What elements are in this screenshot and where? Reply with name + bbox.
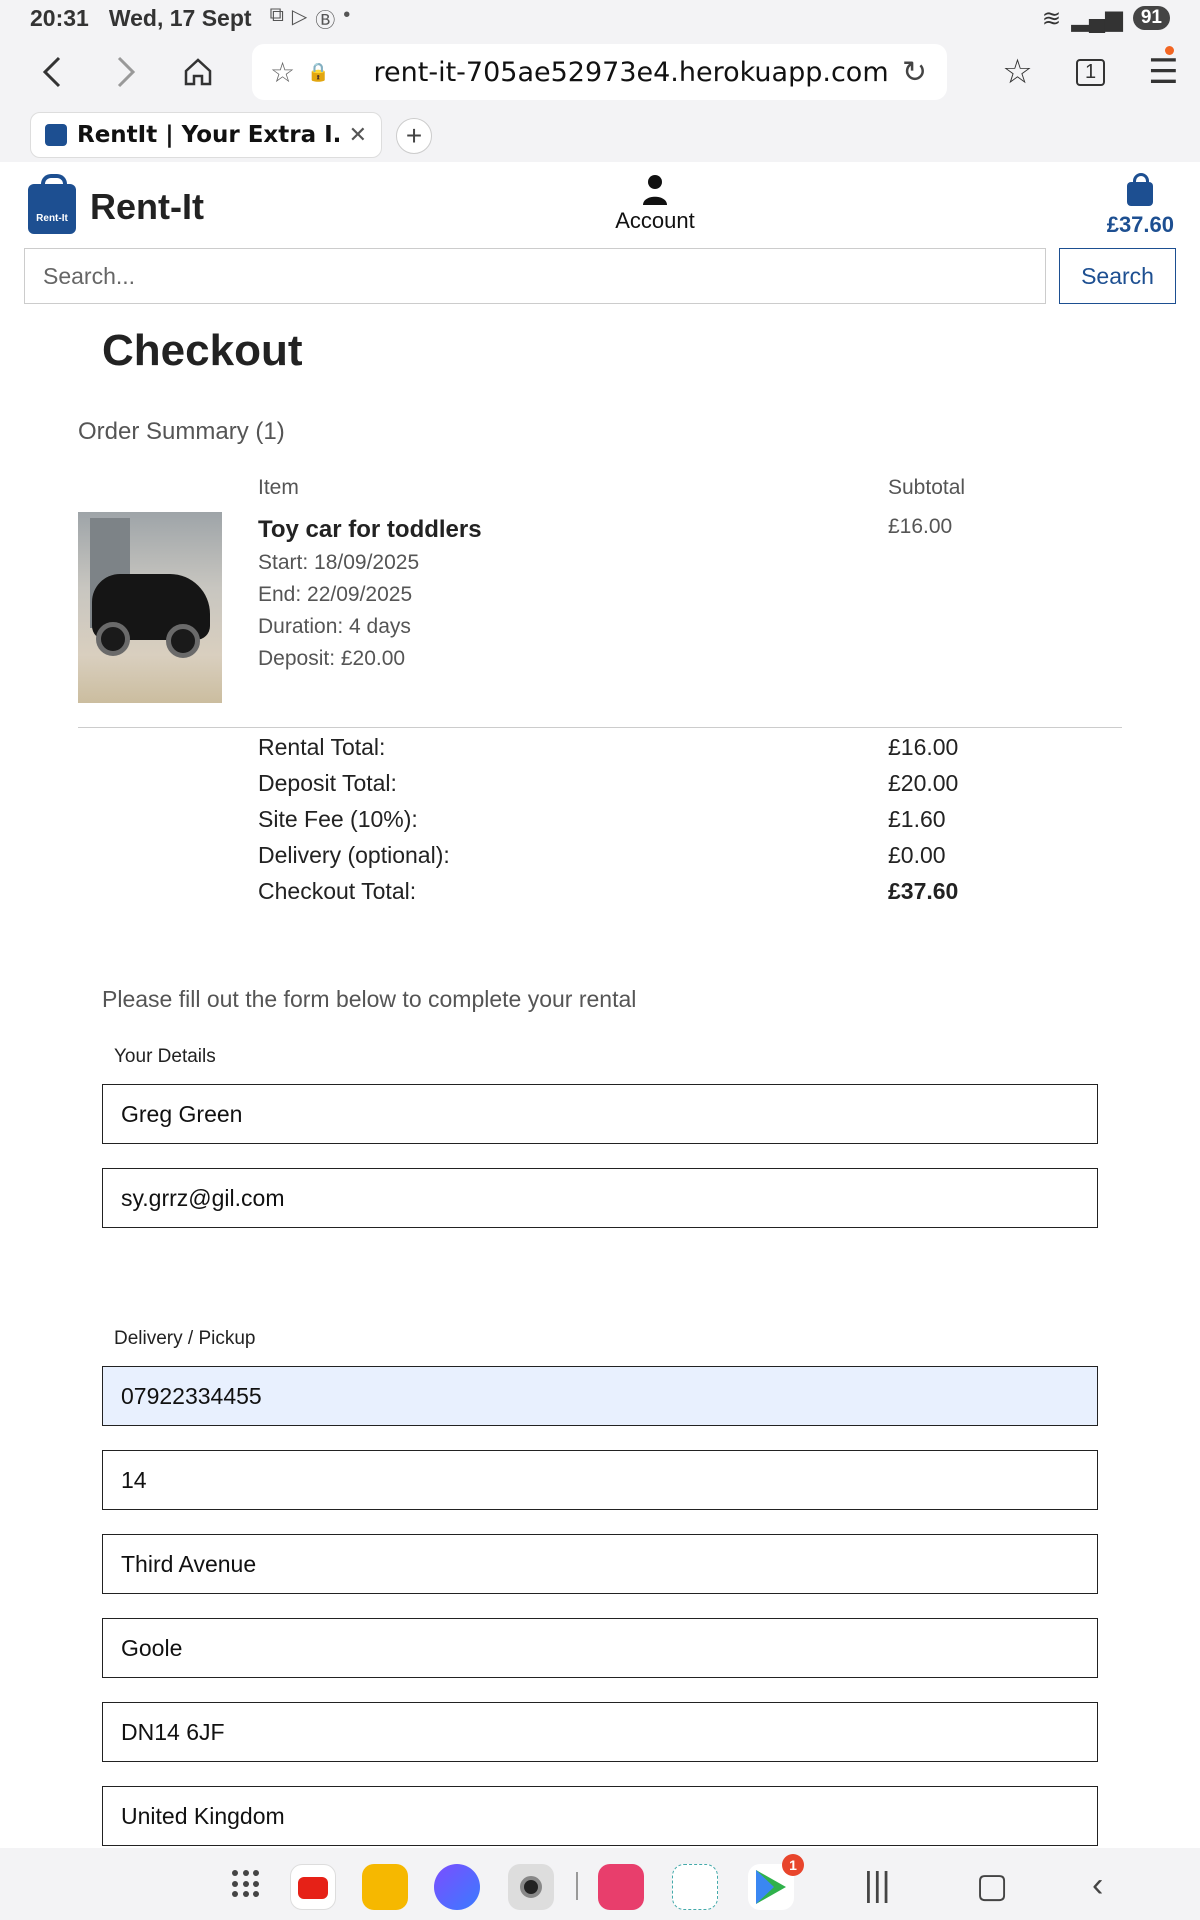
status-bar: 20:31 Wed, 17 Sept ⧉ ▷ Ⓑ • ≋ ▂▄▆ 91 xyxy=(0,0,1200,36)
menu-notification-dot xyxy=(1165,46,1174,55)
screenshot-icon: ⧉ xyxy=(269,3,284,26)
home-nav-icon[interactable]: ▢ xyxy=(976,1866,1008,1906)
checkout-total-value: £37.60 xyxy=(888,878,959,904)
notification-icons: ⧉ ▷ Ⓑ • xyxy=(270,4,351,33)
street-address-1-field[interactable] xyxy=(102,1450,1098,1510)
item-start-date: Start: 18/09/2025 xyxy=(258,551,420,574)
your-details-label: Your Details xyxy=(114,1046,216,1067)
item-image xyxy=(78,512,222,703)
status-time: 20:31 xyxy=(30,4,89,31)
status-date: Wed, 17 Sept xyxy=(108,4,252,31)
more-dot-icon: • xyxy=(343,3,351,26)
wifi-icon: ≋ xyxy=(1041,4,1062,31)
chevron-right-icon xyxy=(117,56,136,88)
back-button[interactable] xyxy=(16,36,88,108)
kids-app-icon[interactable] xyxy=(672,1864,718,1910)
tab-rentit[interactable]: RentIt | Your Extra I... ✕ xyxy=(30,112,382,158)
currency-icon: Ⓑ xyxy=(315,9,336,32)
rental-total-value: £16.00 xyxy=(888,734,959,760)
play-icon: ▷ xyxy=(291,5,308,28)
page-title: Checkout xyxy=(102,326,303,375)
hamburger-menu-icon: ☰ xyxy=(1148,53,1179,91)
gallery-icon[interactable] xyxy=(598,1864,644,1910)
site-fee-value: £1.60 xyxy=(888,806,946,832)
column-header-subtotal: Subtotal xyxy=(888,476,966,499)
forward-button[interactable] xyxy=(90,36,162,108)
cart-total: £37.60 xyxy=(1106,212,1174,237)
summary-divider xyxy=(78,727,1122,728)
rental-total-label: Rental Total: xyxy=(258,734,386,760)
item-end-date: End: 22/09/2025 xyxy=(258,583,413,606)
home-icon xyxy=(184,58,212,86)
address-bar[interactable]: ☆ 🔒 rent-it-705ae52973e4.herokuapp.com ↻ xyxy=(252,44,947,100)
browser-toolbar: ☆ 🔒 rent-it-705ae52973e4.herokuapp.com ↻… xyxy=(0,36,1200,108)
site-fee-label: Site Fee (10%): xyxy=(258,806,418,832)
battery-indicator: 91 xyxy=(1132,6,1170,30)
checkout-total-label: Checkout Total: xyxy=(258,878,417,904)
town-field[interactable] xyxy=(102,1618,1098,1678)
youtube-icon[interactable] xyxy=(290,1864,336,1910)
phone-field[interactable] xyxy=(102,1366,1098,1426)
email-field[interactable] xyxy=(102,1168,1098,1228)
bookmark-star-icon[interactable]: ☆ xyxy=(270,56,295,89)
site-header: Rent-It Rent-It Account £37.60 xyxy=(0,162,1200,246)
tabs-button[interactable]: 1 xyxy=(1054,36,1127,108)
home-button[interactable] xyxy=(162,36,234,108)
country-field[interactable] xyxy=(102,1786,1098,1846)
tab-bar: RentIt | Your Extra I... ✕ + xyxy=(0,108,1200,162)
account-label: Account xyxy=(615,208,695,233)
delivery-pickup-label: Delivery / Pickup xyxy=(114,1328,256,1349)
street-address-2-field[interactable] xyxy=(102,1534,1098,1594)
new-tab-button[interactable]: + xyxy=(396,118,432,154)
logo-badge-text: Rent-It xyxy=(36,213,68,224)
chevron-left-icon xyxy=(42,56,61,88)
account-link[interactable]: Account xyxy=(600,174,710,234)
tabs-icon: 1 xyxy=(1075,58,1106,86)
order-summary-heading: Order Summary (1) xyxy=(78,418,285,445)
person-icon xyxy=(643,175,667,205)
form-intro: Please fill out the form below to comple… xyxy=(102,986,637,1012)
delivery-value: £0.00 xyxy=(888,842,946,868)
play-store-badge: 1 xyxy=(782,1854,804,1876)
shopping-bag-icon xyxy=(1127,173,1154,206)
brand-name[interactable]: Rent-It xyxy=(90,186,204,228)
postcode-field[interactable] xyxy=(102,1702,1098,1762)
rentit-logo-icon[interactable]: Rent-It xyxy=(28,174,76,234)
lock-icon[interactable]: 🔒 xyxy=(307,62,329,83)
system-nav-bar: 1 ||| ▢ ‹ xyxy=(0,1848,1200,1920)
item-name: Toy car for toddlers xyxy=(258,516,482,543)
item-subtotal: £16.00 xyxy=(888,515,953,538)
delivery-label: Delivery (optional): xyxy=(258,842,450,868)
search-input[interactable] xyxy=(24,248,1046,304)
item-deposit: Deposit: £20.00 xyxy=(258,647,406,670)
tab-title: RentIt | Your Extra I... xyxy=(77,122,341,148)
camera-icon[interactable] xyxy=(508,1864,554,1910)
browser-app-icon[interactable] xyxy=(434,1864,480,1910)
cart-link[interactable]: £37.60 xyxy=(1106,173,1174,238)
signal-icon: ▂▄▆ xyxy=(1071,4,1123,31)
search-button[interactable]: Search xyxy=(1059,248,1176,304)
url-text[interactable]: rent-it-705ae52973e4.herokuapp.com xyxy=(374,57,889,88)
bookmarks-star-list-icon: ☆ xyxy=(1002,53,1033,91)
app-drawer-icon[interactable] xyxy=(232,1870,260,1898)
close-tab-icon[interactable]: ✕ xyxy=(349,122,367,148)
full-name-field[interactable] xyxy=(102,1084,1098,1144)
deposit-total-label: Deposit Total: xyxy=(258,770,397,796)
rentit-favicon-icon xyxy=(45,124,67,146)
recent-apps-icon[interactable]: ||| xyxy=(864,1866,891,1905)
deposit-total-value: £20.00 xyxy=(888,770,959,796)
item-duration: Duration: 4 days xyxy=(258,615,411,638)
back-nav-icon[interactable]: ‹ xyxy=(1092,1866,1103,1905)
column-header-item: Item xyxy=(258,476,299,499)
menu-button[interactable]: ☰ xyxy=(1127,36,1200,108)
files-icon[interactable] xyxy=(362,1864,408,1910)
reload-icon[interactable]: ↻ xyxy=(902,55,927,90)
bookmarks-button[interactable]: ☆ xyxy=(981,36,1054,108)
